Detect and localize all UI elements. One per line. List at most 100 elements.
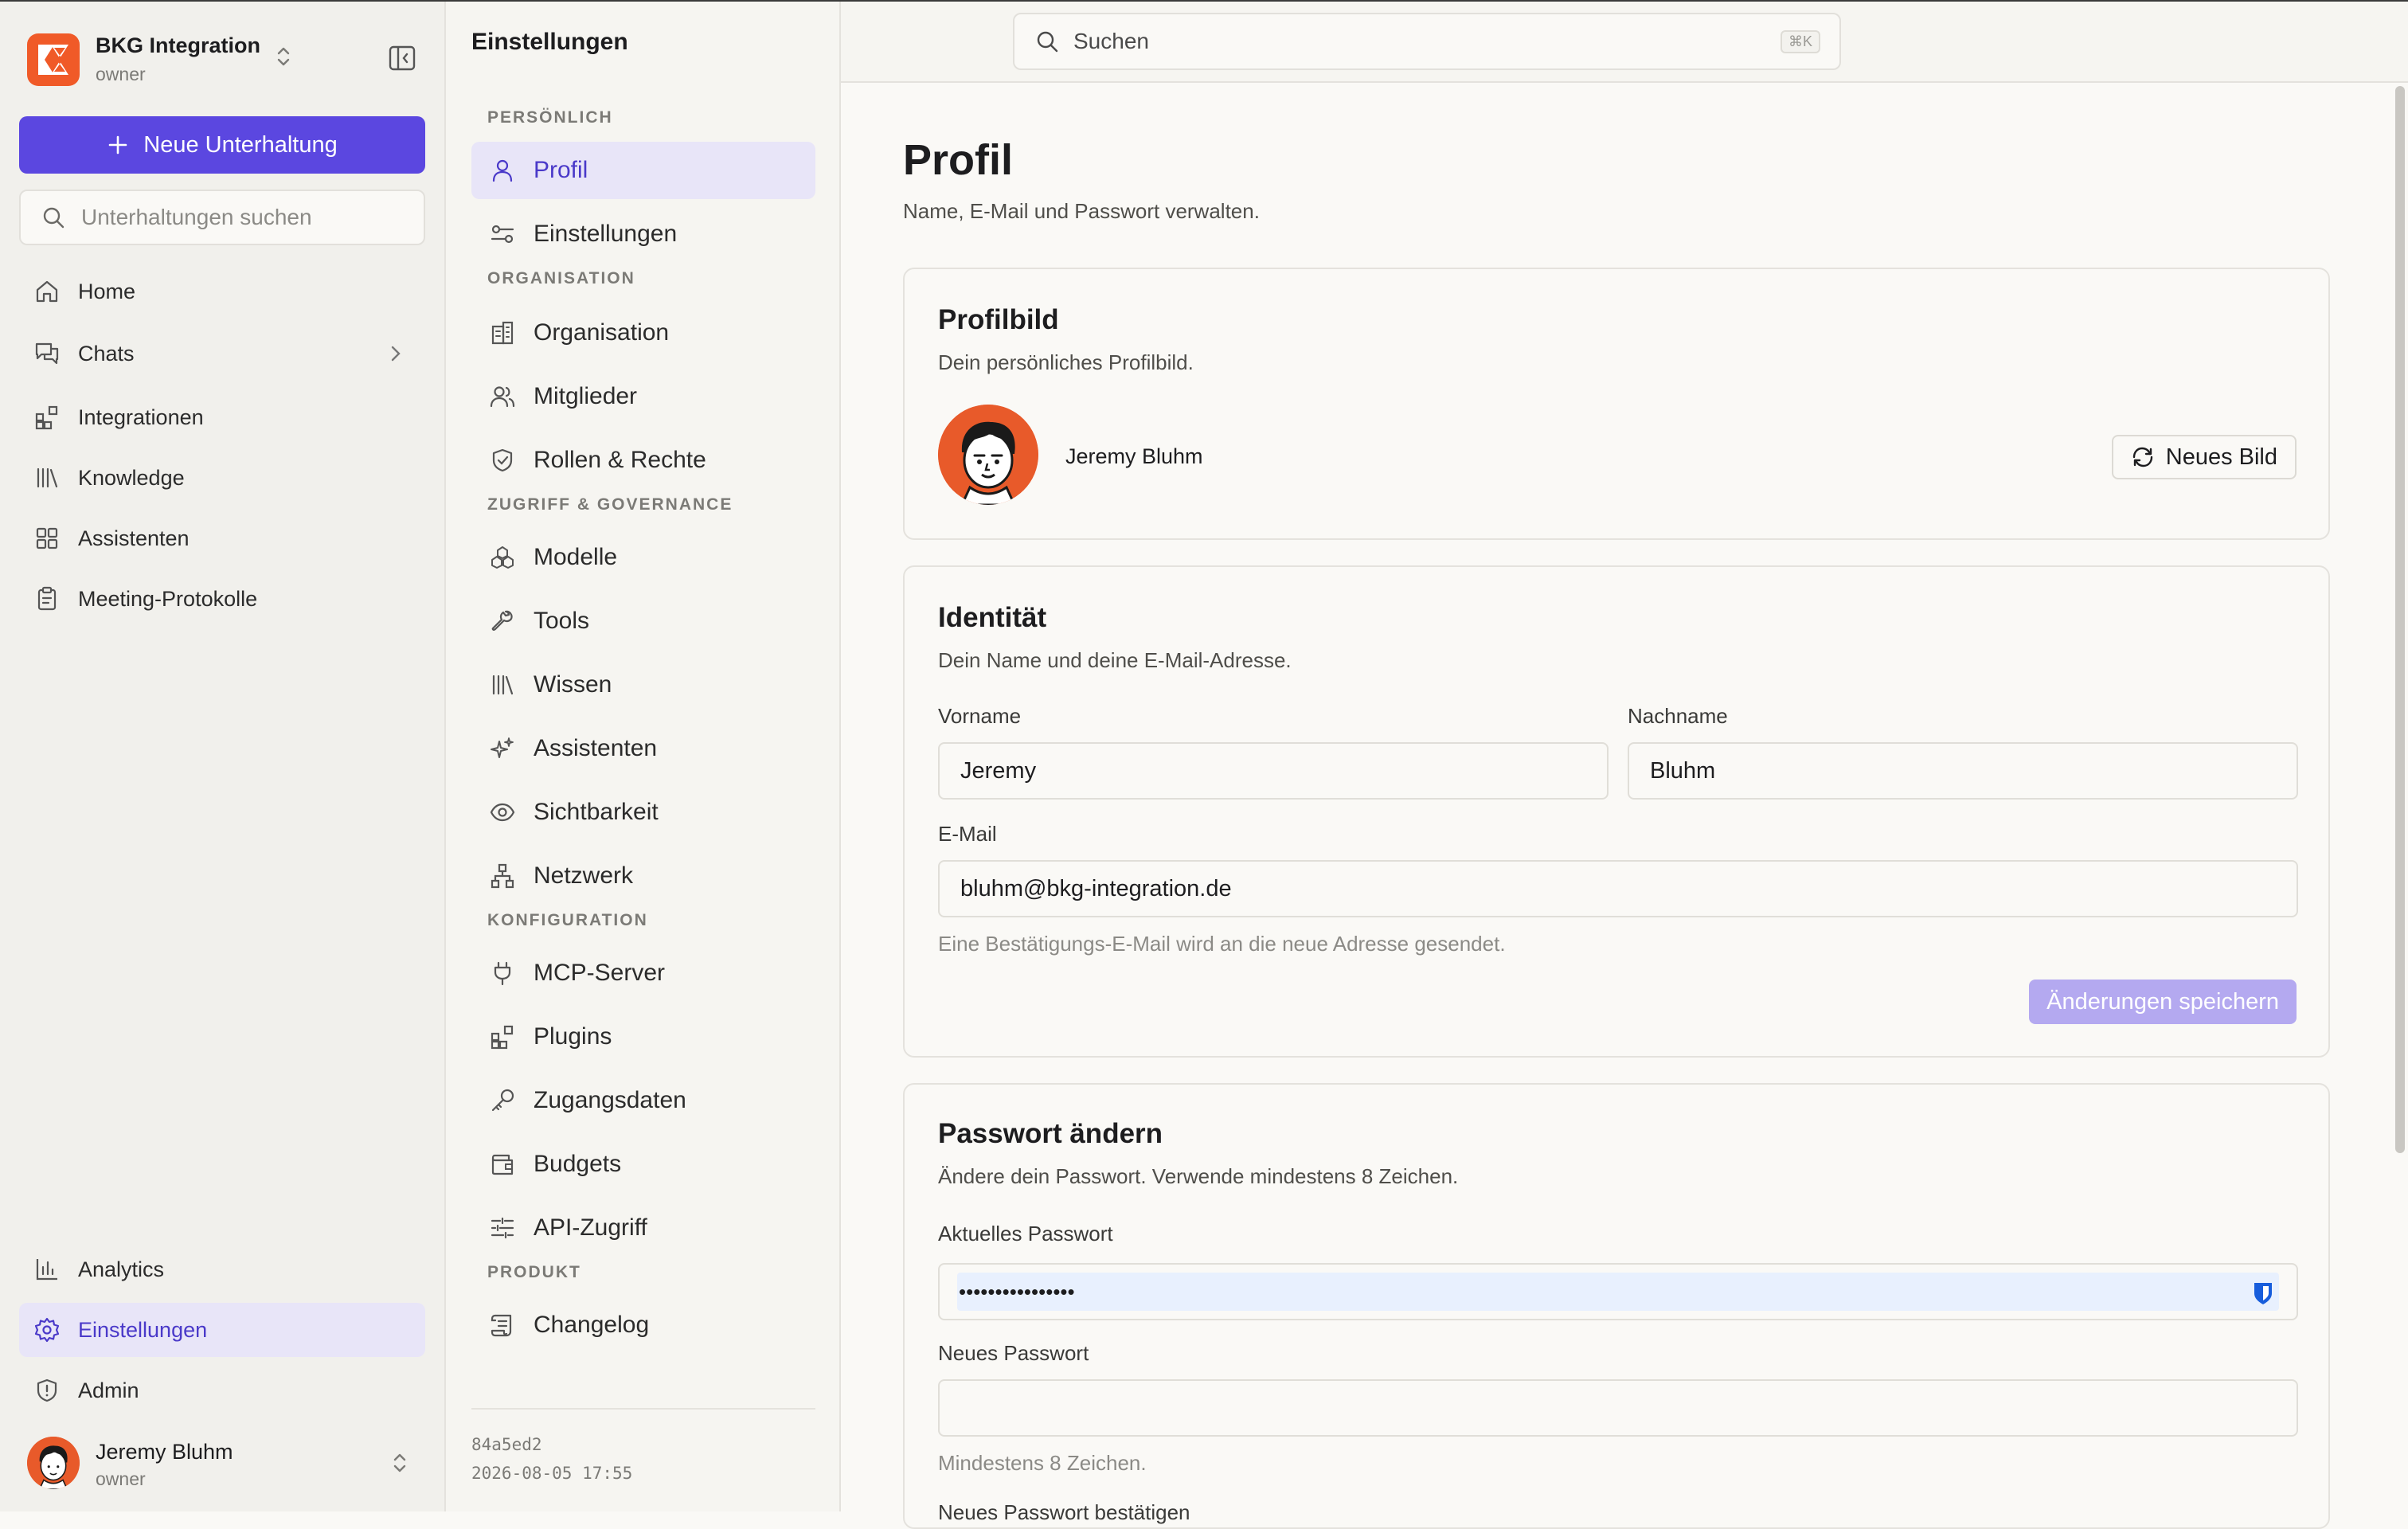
sidebar-item-analytics[interactable]: Analytics <box>19 1242 425 1296</box>
sidebar-item-settings[interactable]: Einstellungen <box>19 1303 425 1357</box>
build-info: 84a5ed2 2026-08-05 17:55 <box>471 1408 815 1488</box>
scrollbar-thumb[interactable] <box>2395 86 2405 1153</box>
sidebar-item-home[interactable]: Home <box>19 264 425 319</box>
gear-icon <box>34 1317 60 1343</box>
refresh-icon <box>2132 447 2152 467</box>
users-icon <box>490 386 515 408</box>
plus-icon <box>108 135 127 154</box>
new-password-hint: Mindestens 8 Zeichen. <box>938 1451 1147 1475</box>
settings-item-tools[interactable]: Tools <box>471 592 815 650</box>
sidebar-item-chats[interactable]: Chats <box>19 327 425 381</box>
settings-item-changelog[interactable]: Changelog <box>471 1296 815 1354</box>
workspace-switcher[interactable]: BKG Integration owner <box>27 32 425 91</box>
settings-item-plugins[interactable]: Plugins <box>471 1008 815 1066</box>
settings-item-label: Budgets <box>534 1151 622 1177</box>
profile-picture-card: Profilbild Dein persönliches Profilbild.… <box>903 268 2330 540</box>
settings-item-budgets[interactable]: Budgets <box>471 1136 815 1193</box>
settings-section-heading: KONFIGURATION <box>487 911 648 929</box>
settings-item-label: Organisation <box>534 319 670 346</box>
conversation-search[interactable] <box>19 190 425 245</box>
autofill-highlight <box>957 1273 2279 1311</box>
card-title: Identität <box>938 602 1047 633</box>
settings-item-visibility[interactable]: Sichtbarkeit <box>471 784 815 841</box>
new-picture-button[interactable]: Neues Bild <box>2111 435 2297 479</box>
settings-item-label: Modelle <box>534 544 618 570</box>
building-icon <box>491 321 514 345</box>
global-search[interactable]: ⌘K <box>1013 13 1841 70</box>
settings-item-organisation[interactable]: Organisation <box>471 304 815 362</box>
chevron-right-icon <box>391 346 401 362</box>
settings-item-profile[interactable]: Profil <box>471 142 815 199</box>
global-search-input[interactable] <box>1073 29 1726 54</box>
home-icon <box>36 280 58 303</box>
search-shortcut-badge: ⌘K <box>1780 30 1820 53</box>
first-name-label: Vorname <box>938 704 1022 728</box>
new-conversation-button[interactable]: Neue Unterhaltung <box>19 116 425 174</box>
settings-item-network[interactable]: Netzwerk <box>471 847 815 905</box>
settings-section-heading: PRODUKT <box>487 1263 581 1281</box>
settings-item-label: Tools <box>534 608 590 634</box>
sidebar-item-knowledge[interactable]: Knowledge <box>19 451 425 505</box>
settings-item-assistants[interactable]: Assistenten <box>471 720 815 777</box>
user-name: Jeremy Bluhm <box>96 1440 233 1464</box>
sidebar-item-meeting-protocols[interactable]: Meeting-Protokolle <box>19 572 425 626</box>
new-password-label: Neues Passwort <box>938 1341 1089 1365</box>
email-input[interactable] <box>938 860 2298 917</box>
settings-item-knowledge[interactable]: Wissen <box>471 656 815 714</box>
settings-section-heading: PERSÖNLICH <box>487 108 613 127</box>
sidebar-item-admin[interactable]: Admin <box>19 1363 425 1418</box>
shield-alert-icon <box>37 1378 57 1402</box>
settings-item-label: API-Zugriff <box>534 1214 647 1241</box>
sidebar-item-integrations[interactable]: Integrationen <box>19 390 425 444</box>
settings-section-heading: ZUGRIFF & GOVERNANCE <box>487 495 733 514</box>
shield-check-icon <box>492 448 513 472</box>
sidebar-item-label: Chats <box>78 341 135 366</box>
first-name-input[interactable] <box>938 742 1609 800</box>
settings-item-mcp-server[interactable]: MCP-Server <box>471 944 815 1002</box>
settings-item-api-access[interactable]: API-Zugriff <box>471 1199 815 1257</box>
identity-card: Identität Dein Name und deine E-Mail-Adr… <box>903 565 2330 1058</box>
sidebar-item-label: Einstellungen <box>78 1317 208 1342</box>
settings-item-label: Einstellungen <box>534 221 678 247</box>
current-password-value: •••••••••••••••• <box>959 1280 1075 1304</box>
key-icon <box>491 1089 514 1112</box>
settings-item-label: Sichtbarkeit <box>534 799 659 825</box>
integrations-icon <box>491 1025 514 1050</box>
last-name-input[interactable] <box>1628 742 2298 800</box>
settings-item-preferences[interactable]: Einstellungen <box>471 205 815 263</box>
settings-item-label: MCP-Server <box>534 960 666 986</box>
avatar <box>938 405 1038 505</box>
wallet-icon <box>491 1154 514 1175</box>
email-label: E-Mail <box>938 822 997 846</box>
new-password-input[interactable] <box>938 1379 2298 1437</box>
card-title: Profilbild <box>938 304 1059 335</box>
user-icon <box>492 159 513 182</box>
settings-item-models[interactable]: Modelle <box>471 529 815 586</box>
settings-item-roles[interactable]: Rollen & Rechte <box>471 432 815 489</box>
network-icon <box>491 863 514 889</box>
password-card: Passwort ändern Ändere dein Passwort. Ve… <box>903 1083 2330 1529</box>
search-icon <box>1037 31 1058 53</box>
settings-item-members[interactable]: Mitglieder <box>471 368 815 425</box>
chevron-up-down-icon <box>277 47 290 66</box>
settings-item-label: Changelog <box>534 1312 650 1338</box>
sliders-toggle-icon <box>491 225 514 244</box>
current-password-input[interactable]: •••••••••••••••• <box>938 1263 2298 1320</box>
new-conversation-label: Neue Unterhaltung <box>143 131 338 158</box>
build-date: 2026-08-05 17:55 <box>471 1464 633 1483</box>
conversation-search-input[interactable] <box>81 205 416 230</box>
settings-item-label: Mitglieder <box>534 383 638 409</box>
sidebar-item-label: Assistenten <box>78 526 190 550</box>
settings-item-credentials[interactable]: Zugangsdaten <box>471 1072 815 1129</box>
workspace-role: owner <box>96 64 146 84</box>
save-changes-button[interactable]: Änderungen speichern <box>2029 980 2297 1024</box>
sidebar-item-assistants[interactable]: Assistenten <box>19 511 425 565</box>
user-menu[interactable]: Jeremy Bluhm owner <box>27 1432 425 1496</box>
sidebar-item-label: Knowledge <box>78 465 185 490</box>
sidebar-collapse-icon[interactable] <box>387 43 417 73</box>
password-manager-icon[interactable] <box>2252 1281 2274 1306</box>
settings-item-label: Assistenten <box>534 735 658 761</box>
settings-item-label: Wissen <box>534 671 612 698</box>
library-icon <box>492 675 514 695</box>
profile-name: Jeremy Bluhm <box>1065 444 1203 468</box>
